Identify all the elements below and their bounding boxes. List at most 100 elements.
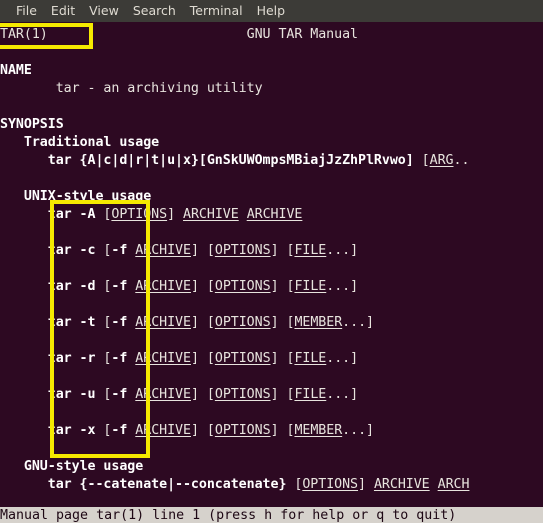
man-text-segment: OPTIONS: [214, 315, 271, 330]
man-text-segment: -f: [111, 423, 128, 438]
man-page-line: tar -u [-f ARCHIVE] [OPTIONS] [FILE...]: [0, 386, 543, 404]
man-text-segment: tar -u: [47, 387, 96, 402]
man-text-segment: [0, 315, 48, 330]
man-text-segment: ARCHIVE: [373, 477, 430, 492]
man-page-line: tar {--catenate|--concatenate} [OPTIONS]…: [0, 476, 543, 494]
man-text-segment: OPTIONS: [214, 351, 271, 366]
man-page-line: [0, 404, 543, 422]
man-page-line: [0, 260, 543, 278]
man-text-segment: ARCHIVE: [135, 423, 191, 438]
man-text-segment: [48, 27, 247, 42]
man-text-segment: OPTIONS: [214, 279, 271, 294]
man-text-segment: ] [: [270, 423, 295, 438]
man-text-segment: ...]: [342, 423, 374, 438]
man-text-segment: tar -c: [47, 243, 96, 258]
man-text-segment: ARCHIVE: [246, 207, 303, 222]
man-text-segment: [: [95, 351, 112, 366]
man-text-segment: [0, 153, 48, 168]
man-text-segment: tar {--catenate|--concatenate}: [47, 477, 287, 492]
menu-item-file[interactable]: File: [9, 0, 44, 22]
man-text-segment: tar -d: [47, 279, 96, 294]
man-text-segment: ] [: [190, 351, 215, 366]
man-text-segment: tar - an archiving utility: [0, 81, 263, 96]
menu-item-edit[interactable]: Edit: [44, 0, 82, 22]
man-text-segment: [0, 243, 48, 258]
man-text-segment: [0, 477, 48, 492]
man-page-line: SYNOPSIS: [0, 116, 543, 134]
man-page-line: [0, 332, 543, 350]
man-page-line: Traditional usage: [0, 134, 543, 152]
man-text-segment: OPTIONS: [302, 477, 359, 492]
man-page-line: NAME: [0, 62, 543, 80]
man-text-segment: ] [: [270, 243, 295, 258]
man-text-segment: [: [95, 423, 112, 438]
man-text-segment: [0, 207, 48, 222]
man-text-segment: SYNOPSIS: [0, 117, 64, 132]
menu-item-view[interactable]: View: [82, 0, 126, 22]
man-text-segment: ..: [453, 153, 470, 168]
man-text-segment: ] [: [190, 279, 215, 294]
man-text-segment: [0, 135, 24, 150]
man-text-segment: [0, 351, 48, 366]
man-page-line: tar -c [-f ARCHIVE] [OPTIONS] [FILE...]: [0, 242, 543, 260]
man-text-segment: tar -x: [47, 423, 96, 438]
man-text-segment: ARCHIVE: [135, 315, 191, 330]
man-text-segment: GNU-style usage: [23, 459, 144, 474]
man-text-segment: MEMBER: [294, 423, 343, 438]
man-page-line: [0, 224, 543, 242]
man-page-line: [0, 44, 543, 62]
terminal-window: File Edit View Search Terminal Help TAR(…: [0, 0, 543, 523]
man-text-segment: tar -A: [47, 207, 96, 222]
man-text-segment: [430, 477, 438, 492]
pager-status-bar: Manual page tar(1) line 1 (press h for h…: [0, 507, 543, 523]
man-text-segment: ] [: [190, 423, 215, 438]
man-text-segment: tar {A|c|d|r|t|u|x}[GnSkUWOmpsMBiajJzZhP…: [47, 153, 414, 168]
man-text-segment: ] [: [270, 279, 295, 294]
man-text-segment: OPTIONS: [111, 207, 168, 222]
man-text-segment: ] [: [190, 387, 215, 402]
man-page-line: tar {A|c|d|r|t|u|x}[GnSkUWOmpsMBiajJzZhP…: [0, 152, 543, 170]
man-text-segment: ARCHIVE: [135, 243, 191, 258]
man-text-segment: ARCHIVE: [135, 279, 191, 294]
man-text-segment: UNIX-style usage: [23, 189, 152, 204]
man-text-segment: TAR(1): [0, 27, 48, 42]
man-text-segment: ARCH: [437, 477, 470, 492]
man-text-segment: [0, 189, 24, 204]
man-text-segment: ] [: [270, 315, 295, 330]
man-page-line: [0, 98, 543, 116]
man-text-segment: ...]: [342, 315, 374, 330]
man-text-segment: [0, 423, 48, 438]
man-text-segment: ...]: [326, 279, 359, 294]
man-text-segment: ...]: [326, 243, 359, 258]
man-text-segment: ]: [358, 477, 374, 492]
man-text-segment: [: [95, 207, 112, 222]
man-text-segment: [: [95, 243, 112, 258]
man-text-segment: FILE: [294, 243, 327, 258]
man-text-segment: -f: [111, 279, 128, 294]
man-text-segment: [0, 387, 48, 402]
man-text-segment: [: [413, 153, 430, 168]
man-page-line: [0, 440, 543, 458]
man-page-line: [0, 296, 543, 314]
man-page-line: tar - an archiving utility: [0, 80, 543, 98]
man-page-line: tar -t [-f ARCHIVE] [OPTIONS] [MEMBER...…: [0, 314, 543, 332]
man-text-segment: [0, 279, 48, 294]
man-page-line: tar -x [-f ARCHIVE] [OPTIONS] [MEMBER...…: [0, 422, 543, 440]
menu-bar: File Edit View Search Terminal Help: [0, 0, 543, 22]
man-text-segment: ]: [167, 207, 184, 222]
man-text-segment: ] [: [190, 315, 215, 330]
man-text-segment: FILE: [294, 351, 327, 366]
man-page-line: GNU-style usage: [0, 458, 543, 476]
man-text-segment: FILE: [294, 279, 327, 294]
menu-item-help[interactable]: Help: [250, 0, 293, 22]
man-page-line: tar -r [-f ARCHIVE] [OPTIONS] [FILE...]: [0, 350, 543, 368]
terminal-screen[interactable]: TAR(1) GNU TAR Manual NAME tar - an arch…: [0, 22, 543, 507]
menu-item-terminal[interactable]: Terminal: [183, 0, 250, 22]
man-page-line: UNIX-style usage: [0, 188, 543, 206]
man-text-segment: [239, 207, 247, 222]
man-text-segment: [: [95, 279, 112, 294]
man-text-segment: Traditional usage: [23, 135, 160, 150]
man-text-segment: OPTIONS: [214, 387, 271, 402]
man-page-line: [0, 170, 543, 188]
menu-item-search[interactable]: Search: [126, 0, 183, 22]
